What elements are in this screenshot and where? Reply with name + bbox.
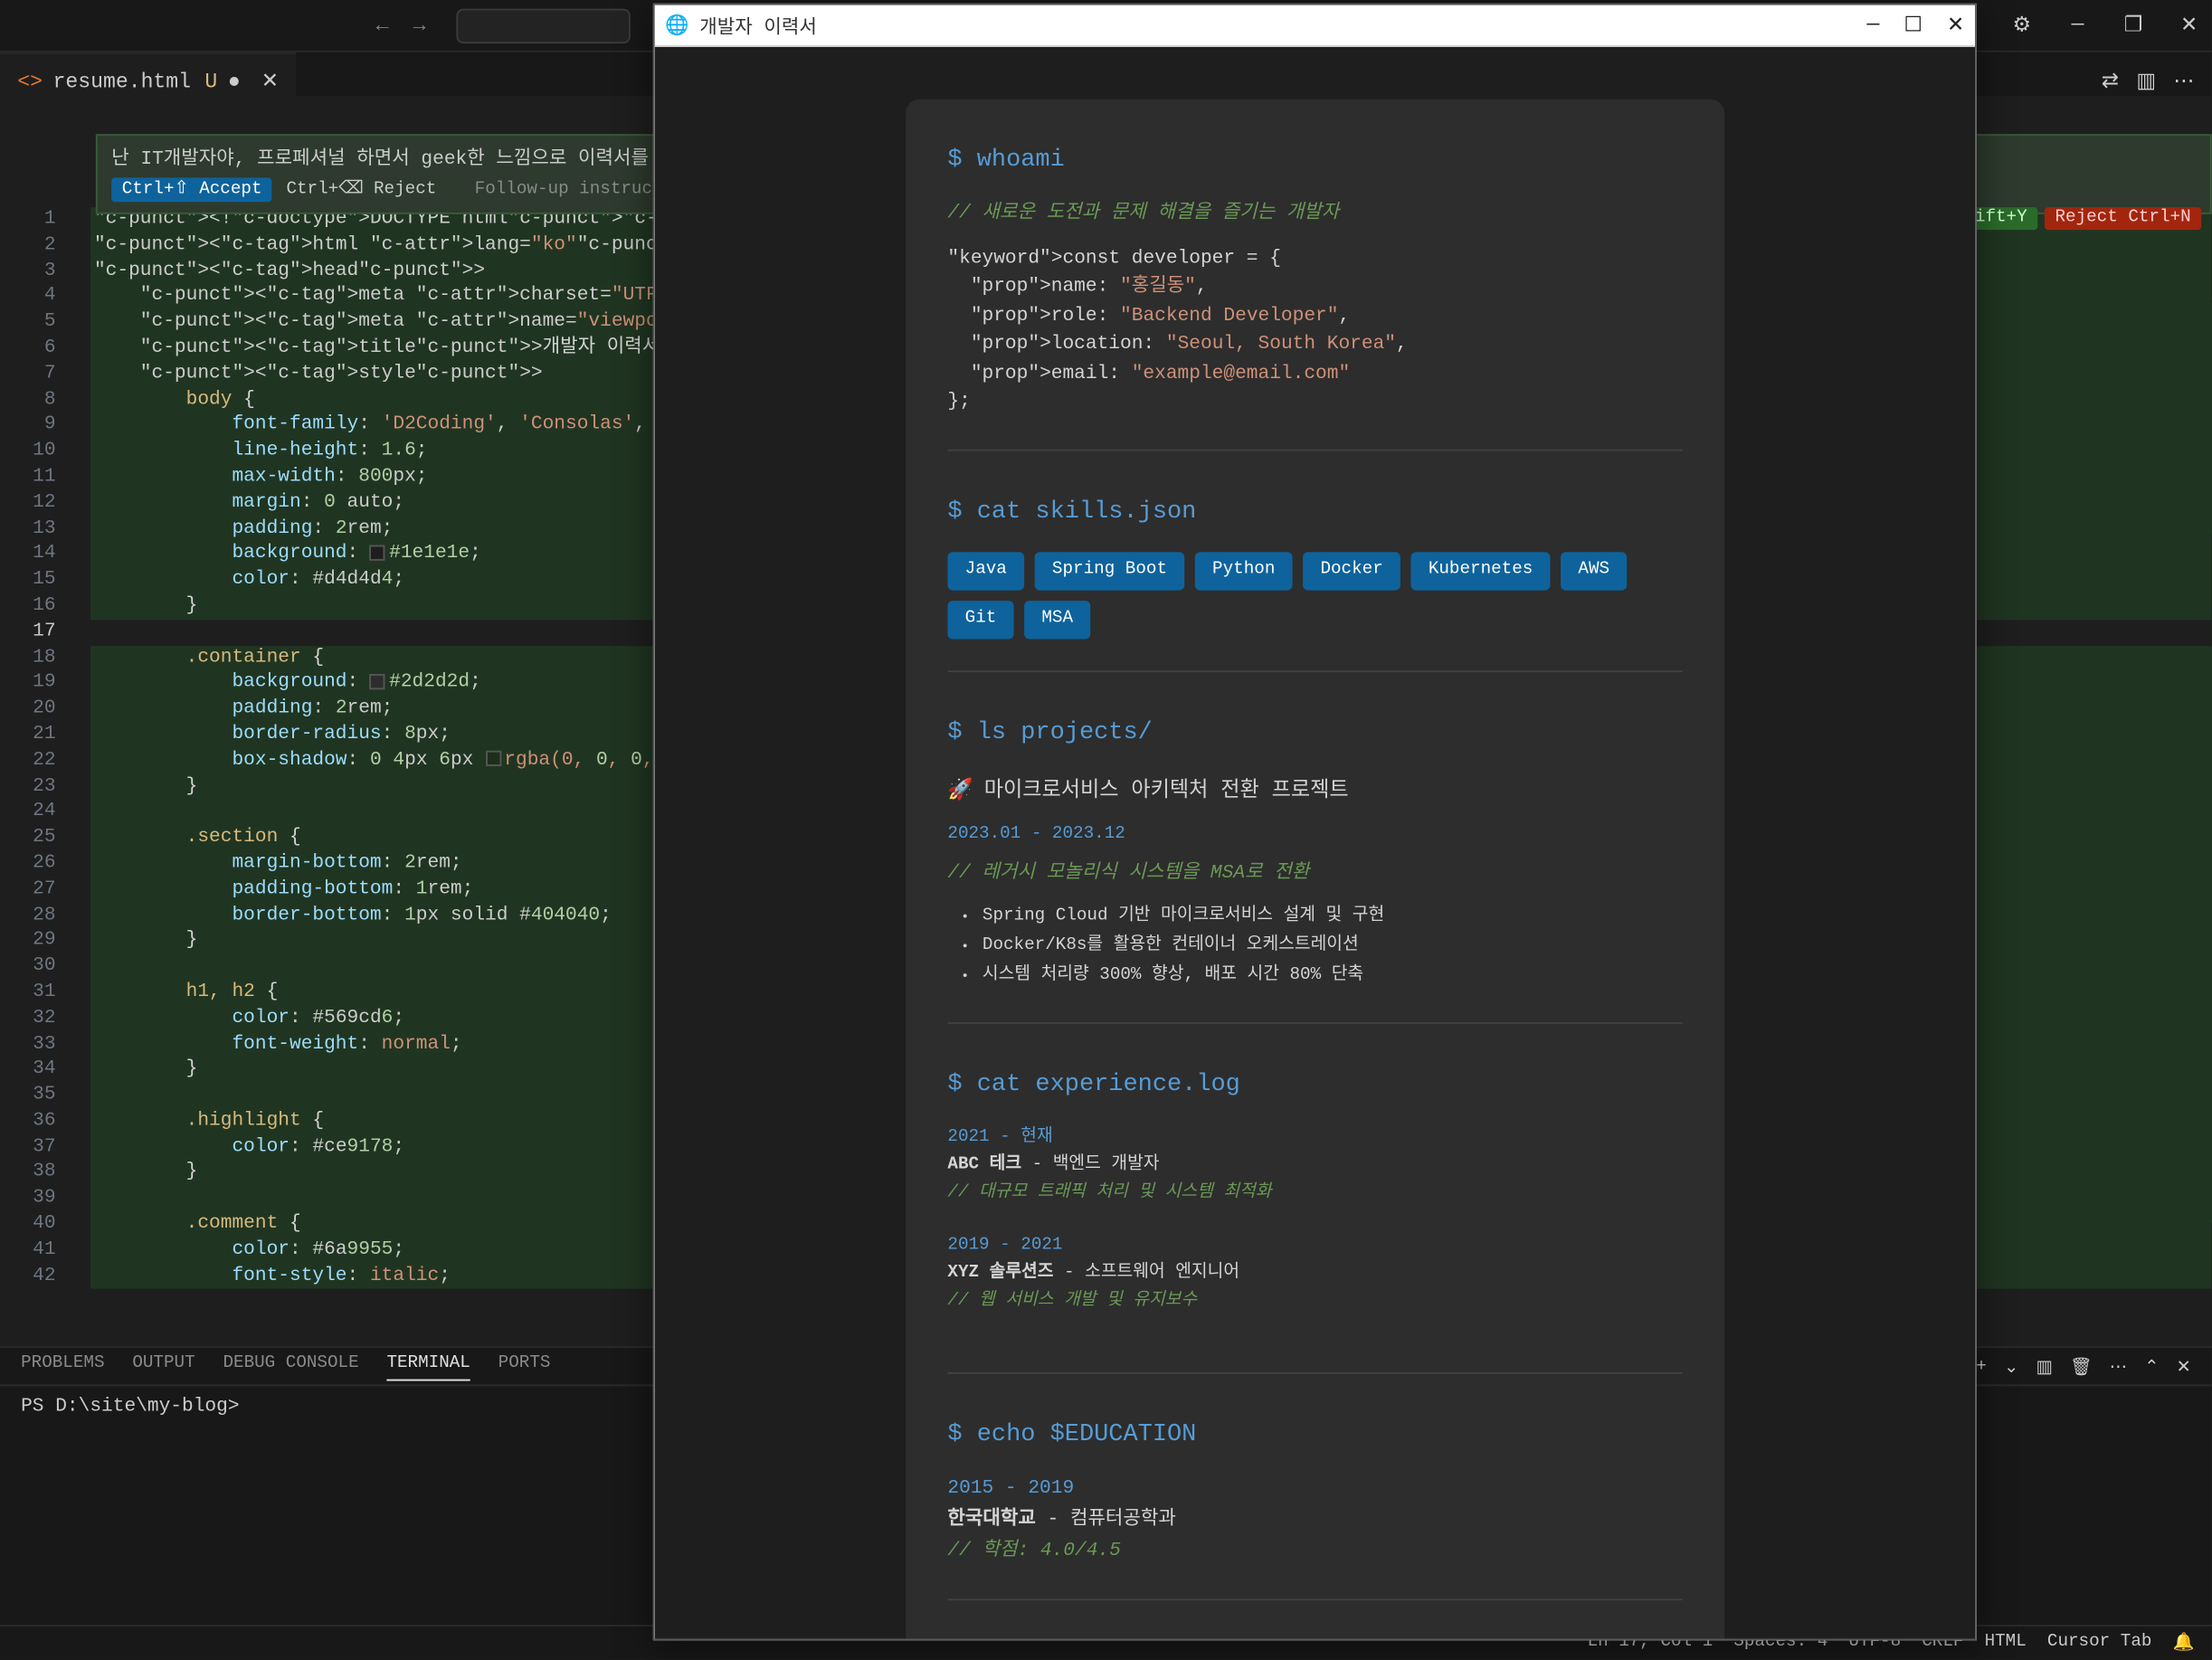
- skill-tag: AWS: [1561, 553, 1627, 591]
- browser-titlebar: 🌐 개발자 이력서 — ☐ ✕: [655, 5, 1975, 47]
- panel-maximize-icon[interactable]: ⌃: [2144, 1358, 2159, 1379]
- resume-section-whoami: $ whoami // 새로운 도전과 문제 해결을 즐기는 개발자 "keyw…: [947, 141, 1682, 451]
- project-title: 마이크로서비스 아키텍처 전환 프로젝트: [984, 774, 1349, 808]
- rocket-icon: 🚀: [947, 774, 973, 808]
- globe-icon: 🌐: [665, 13, 688, 37]
- skill-tag: Git: [947, 602, 1013, 640]
- window-close-icon[interactable]: ✕: [2177, 12, 2201, 38]
- education-school-line: 한국대학교 - 컴퓨터공학과: [947, 1506, 1682, 1537]
- line-number-gutter: 1234567891011121314151617181920212223242…: [0, 207, 73, 1289]
- status-cursor-tab[interactable]: Cursor Tab: [2047, 1633, 2152, 1654]
- tab-close-icon[interactable]: ✕: [261, 68, 279, 94]
- notifications-bell-icon[interactable]: 🔔: [2173, 1633, 2195, 1654]
- skill-tag-list: Java Spring Boot Python Docker Kubernetes AWS…: [947, 553, 1682, 640]
- browser-viewport[interactable]: $ whoami // 새로운 도전과 문제 해결을 즐기는 개발자 "keyw…: [655, 47, 1975, 1638]
- window-minimize-icon[interactable]: —: [2065, 12, 2090, 38]
- resume-section-education: $ echo $EDUCATION 2015 - 2019 한국대학교 - 컴퓨…: [947, 1416, 1682, 1600]
- panel-tab-terminal[interactable]: TERMINAL: [386, 1355, 470, 1381]
- education-date: 2015 - 2019: [947, 1475, 1682, 1506]
- list-item: 시스템 처리량 300% 향상, 배포 시간 80% 단축: [983, 961, 1683, 991]
- resume-section-projects: $ ls projects/ 🚀 마이크로서비스 아키텍처 전환 프로젝트 20…: [947, 715, 1682, 1023]
- command-center-search[interactable]: [457, 8, 631, 43]
- education-gpa: // 학점: 4.0/4.5: [947, 1537, 1682, 1568]
- panel-tab-problems[interactable]: PROBLEMS: [21, 1355, 104, 1381]
- terminal-split-icon[interactable]: ▥: [2036, 1358, 2052, 1379]
- preview-browser-window: 🌐 개발자 이력서 — ☐ ✕ $ whoami // 새로운 도전과 문제 해…: [653, 4, 1977, 1641]
- tab-modified-badge: U: [204, 69, 217, 93]
- browser-close-icon[interactable]: ✕: [1947, 12, 1964, 38]
- tab-filename: resume.html: [53, 69, 191, 93]
- list-item: Spring Cloud 기반 마이크로서비스 설계 및 구현: [983, 901, 1683, 931]
- terminal-new-icon[interactable]: +: [1976, 1358, 1987, 1379]
- experience-entry: 2021 - 현재ABC 테크 - 백엔드 개발자// 대규모 트래픽 처리 및…: [947, 1124, 1682, 1208]
- nav-forward-icon[interactable]: →: [413, 13, 426, 37]
- panel-tab-ports[interactable]: PORTS: [498, 1355, 551, 1381]
- list-item: Docker/K8s를 활용한 컨테이너 오케스트레이션: [983, 931, 1683, 961]
- resume-container: $ whoami // 새로운 도전과 문제 해결을 즐기는 개발자 "keyw…: [906, 100, 1724, 1639]
- browser-maximize-icon[interactable]: ☐: [1903, 12, 1922, 38]
- whoami-code-block: "keyword">const developer = { "prop">nam…: [947, 245, 1682, 418]
- panel-tab-debug-console[interactable]: DEBUG CONSOLE: [223, 1355, 358, 1381]
- section-heading: $ echo $EDUCATION: [947, 1416, 1682, 1455]
- browser-minimize-icon[interactable]: —: [1867, 12, 1880, 38]
- settings-gear-icon[interactable]: ⚙: [2009, 12, 2034, 38]
- terminal-more-icon[interactable]: ⋯: [2110, 1358, 2127, 1379]
- section-heading: $ cat skills.json: [947, 493, 1682, 532]
- skill-tag: Docker: [1303, 553, 1400, 591]
- section-heading: $ ls projects/: [947, 715, 1682, 754]
- status-language-mode[interactable]: HTML: [1985, 1633, 2027, 1654]
- reject-chip[interactable]: Reject Ctrl+N: [2045, 207, 2201, 230]
- terminal-dropdown-icon[interactable]: ⌄: [2004, 1358, 2018, 1379]
- split-editor-icon[interactable]: ▥: [2136, 67, 2156, 93]
- resume-section-skills: $ cat skills.json Java Spring Boot Python D…: [947, 493, 1682, 673]
- reject-button[interactable]: Ctrl+⌫ Reject: [286, 179, 436, 200]
- skill-tag: Kubernetes: [1410, 553, 1550, 591]
- nav-back-icon[interactable]: ←: [376, 13, 389, 37]
- terminal-kill-icon[interactable]: 🗑: [2070, 1358, 2092, 1379]
- section-heading: $ whoami: [947, 141, 1682, 180]
- project-comment: // 레거시 모놀리식 시스템을 MSA로 전환: [947, 860, 1682, 891]
- window-restore-icon[interactable]: ❐: [2122, 12, 2146, 38]
- whoami-comment: // 새로운 도전과 문제 해결을 즐기는 개발자: [947, 201, 1682, 232]
- resume-section-experience: $ cat experience.log 2021 - 현재ABC 테크 - 백…: [947, 1065, 1682, 1373]
- terminal-prompt: PS D:\site\my-blog>: [21, 1397, 239, 1418]
- experience-entry: 2019 - 2021XYZ 솔루션즈 - 소프트웨어 엔지니어// 웹 서비스…: [947, 1233, 1682, 1316]
- project-date: 2023.01 - 2023.12: [947, 822, 1682, 850]
- project-bullet-list: Spring Cloud 기반 마이크로서비스 설계 및 구현Docker/K8…: [983, 901, 1683, 990]
- section-heading: $ cat experience.log: [947, 1065, 1682, 1104]
- accept-button[interactable]: Ctrl+⇧ Accept: [111, 177, 272, 202]
- skill-tag: Java: [947, 553, 1024, 591]
- skill-tag: MSA: [1024, 602, 1090, 640]
- panel-tab-output[interactable]: OUTPUT: [132, 1355, 195, 1381]
- panel-close-icon[interactable]: ✕: [2176, 1358, 2190, 1379]
- skill-tag: Python: [1195, 553, 1293, 591]
- tab-dirty-indicator: ●: [228, 69, 241, 93]
- html-file-icon: <>: [17, 69, 43, 93]
- more-actions-icon[interactable]: ⋯: [2173, 67, 2194, 93]
- compare-changes-icon[interactable]: ⇄: [2102, 67, 2119, 93]
- skill-tag: Spring Boot: [1034, 553, 1184, 591]
- browser-window-title: 개발자 이력서: [699, 12, 817, 40]
